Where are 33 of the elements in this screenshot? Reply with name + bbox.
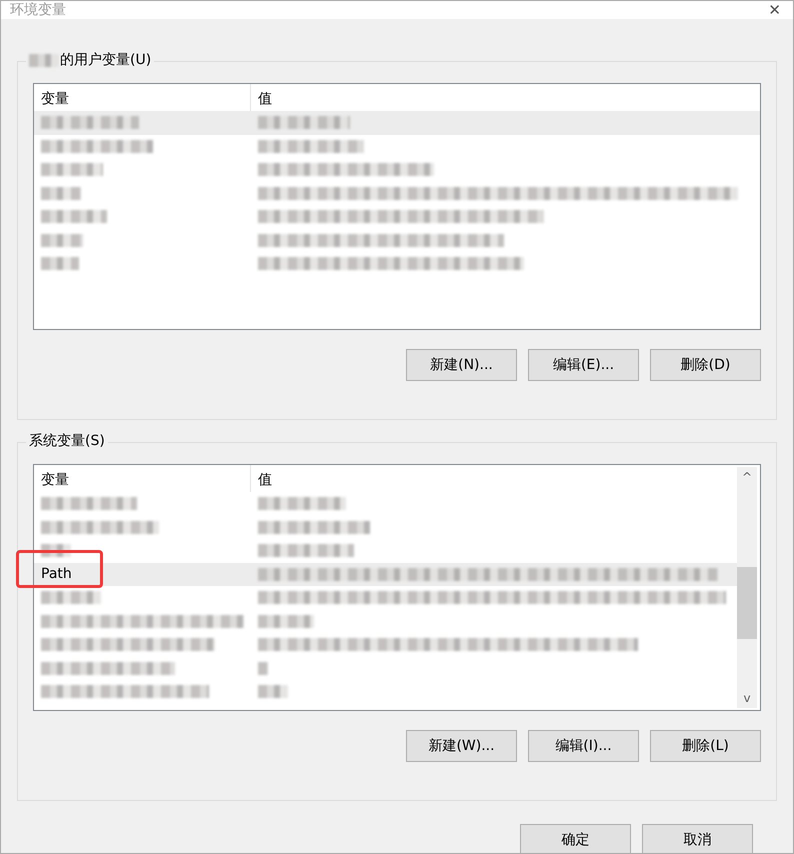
variable-row[interactable] [34,111,760,134]
variable-name: Path [40,566,73,582]
close-button[interactable]: ✕ [768,1,781,19]
column-header[interactable]: 值 [251,465,737,492]
dialog-button[interactable]: 取消 [642,824,753,853]
action-button[interactable]: 删除(D) [650,349,761,381]
action-button[interactable]: 新建(W)... [406,730,517,762]
scroll-thumb[interactable] [737,567,757,639]
group-label: 的用户变量(U) [60,51,152,69]
variable-list[interactable]: 变量 值 Path ^ v [33,464,761,711]
scrollbar[interactable]: ^ v [737,467,757,708]
blurred-text [41,591,101,604]
action-button[interactable]: 编辑(E)... [528,349,639,381]
window-title: 环境变量 [10,1,66,19]
scroll-down-button[interactable]: v [743,688,751,708]
blurred-text [258,685,288,698]
action-button[interactable]: 新建(N)... [406,349,517,381]
action-button[interactable]: 编辑(I)... [528,730,639,762]
blurred-text [41,234,83,247]
dialog-button[interactable]: 确定 [520,824,631,853]
blurred-text [258,662,268,675]
blurred-text [41,257,79,270]
variable-list[interactable]: 变量 值 [33,83,761,330]
group-label: 系统变量(S) [29,432,105,450]
column-header[interactable]: 值 [251,84,760,111]
blurred-text [41,210,107,224]
blurred-text [258,614,314,628]
scroll-up-button[interactable]: ^ [742,467,752,487]
action-button[interactable]: 删除(L) [650,730,761,762]
column-header[interactable]: 变量 [34,465,251,492]
variable-row[interactable]: Path [34,562,737,586]
blurred-text [41,186,81,200]
blurred-text [41,163,103,176]
